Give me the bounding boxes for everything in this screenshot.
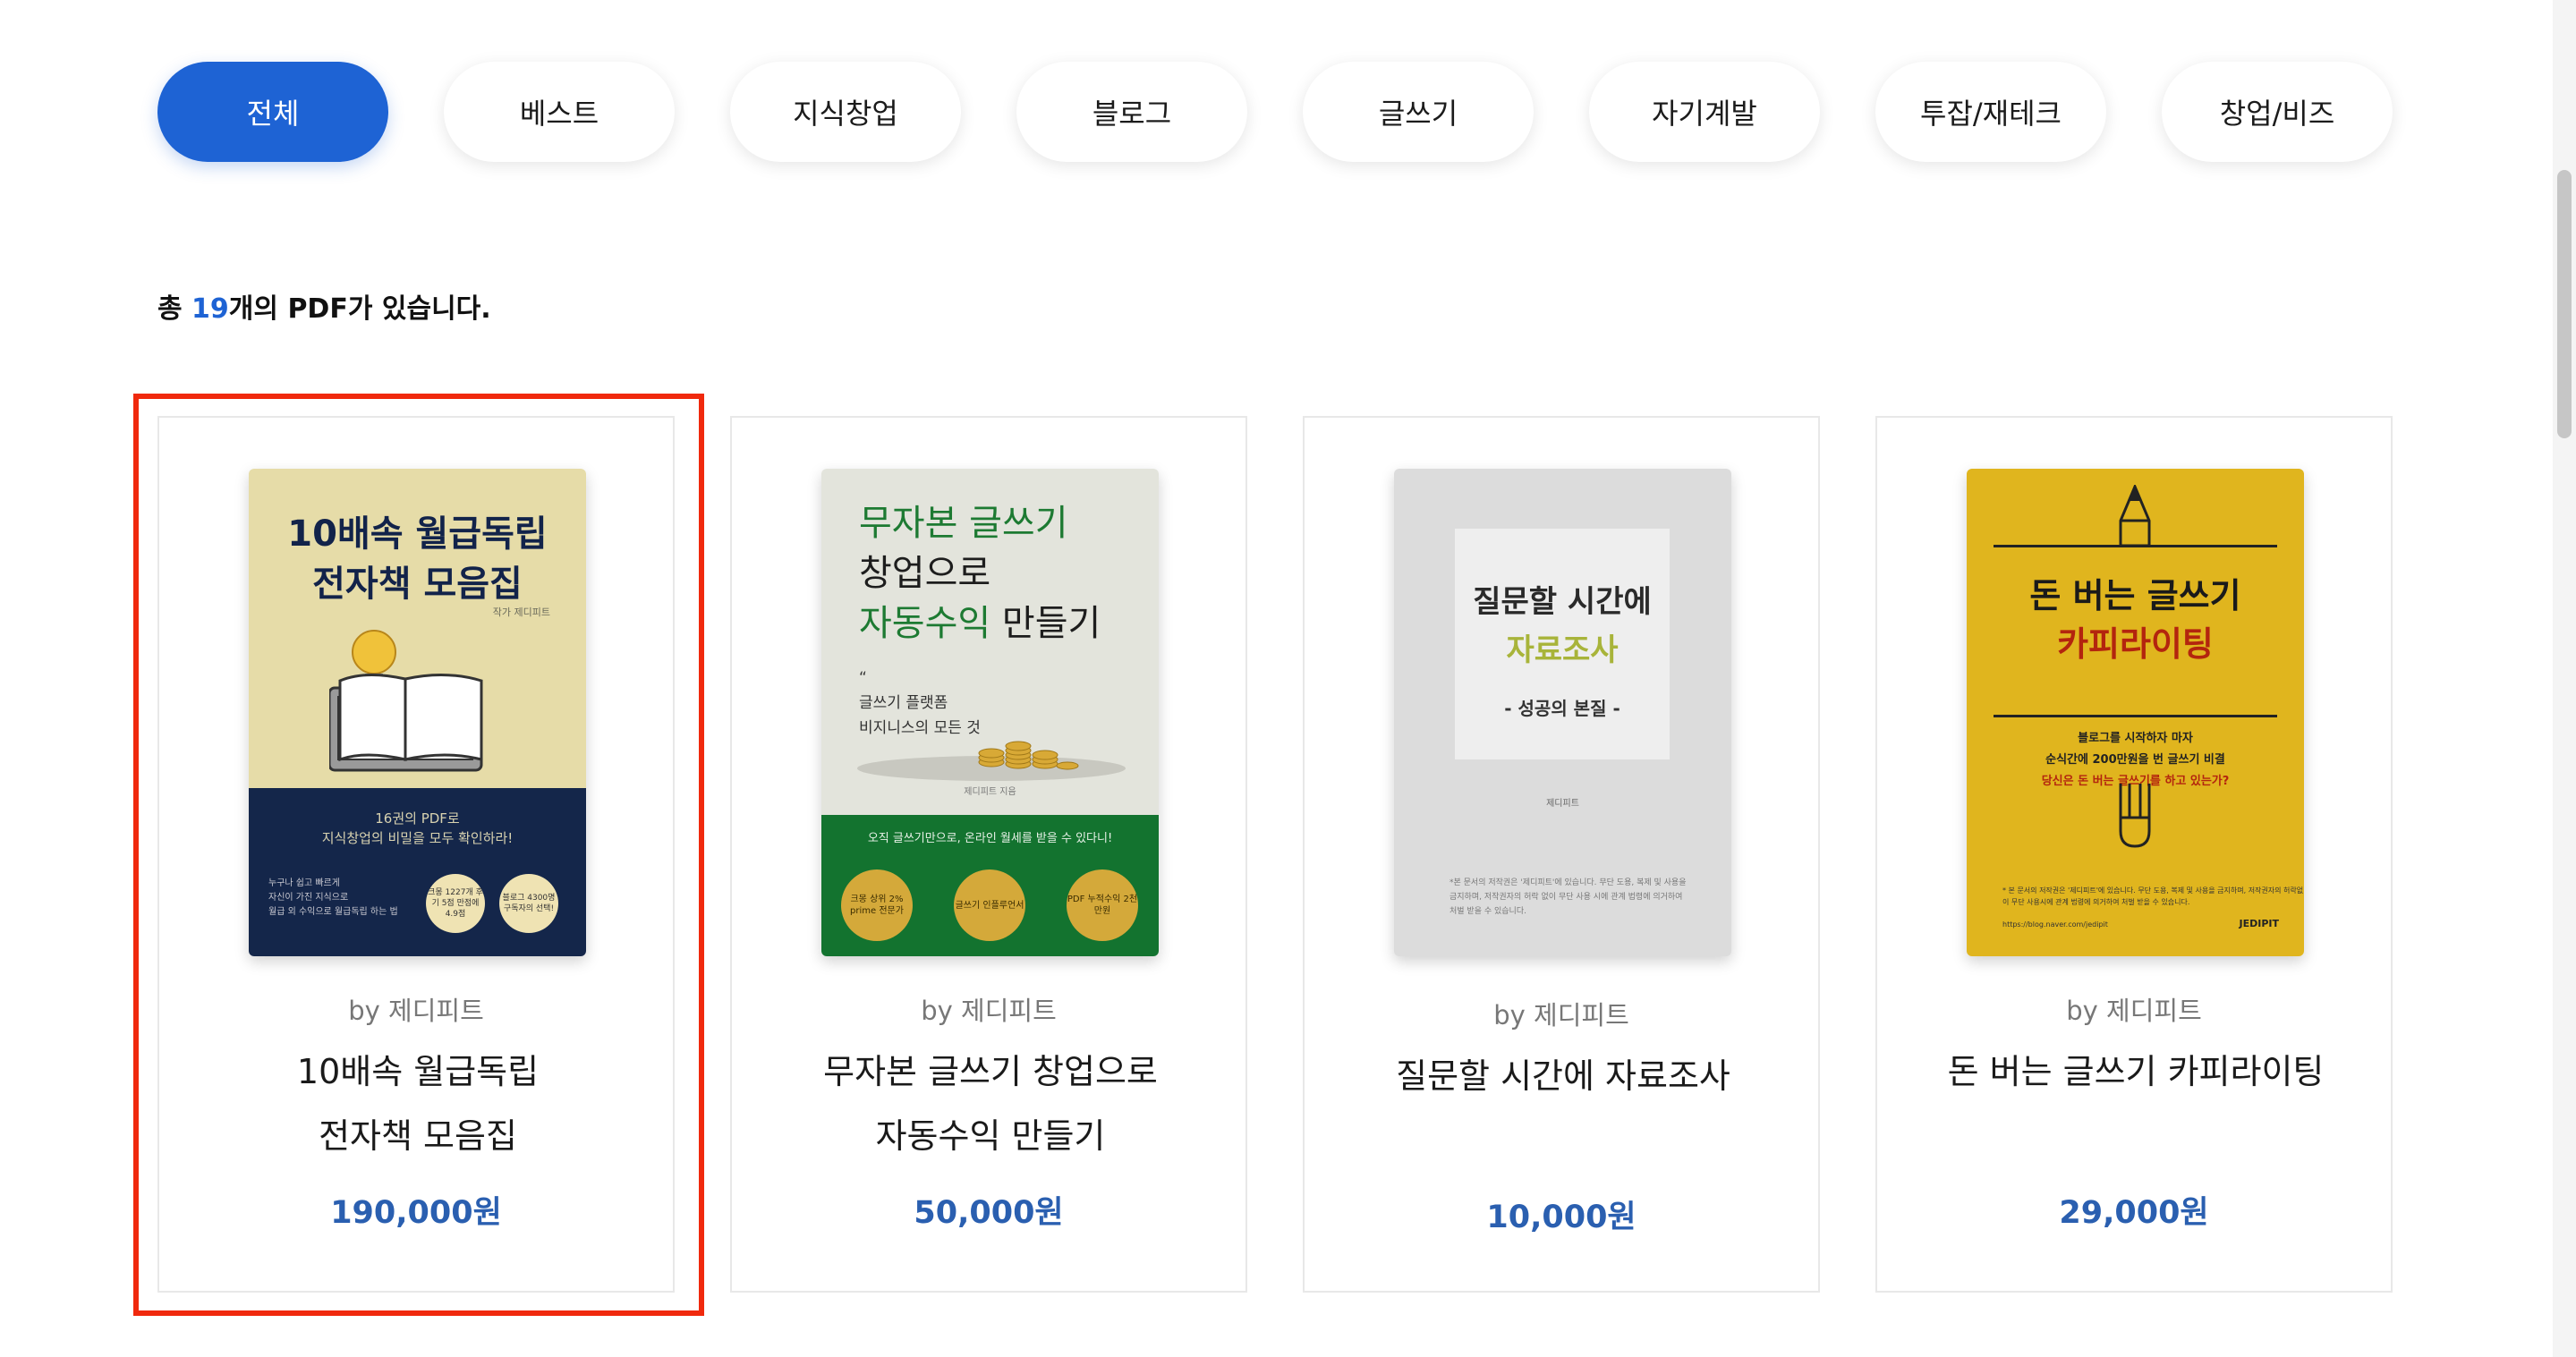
pdf-store-page: 전체 베스트 지식창업 블로그 글쓰기 자기계발 투잡/재테크 창업/비즈 총 … bbox=[0, 0, 2576, 1357]
pencil-end-icon bbox=[2119, 784, 2151, 848]
product-author: by 제디피트 bbox=[348, 996, 484, 1026]
scrollbar-thumb[interactable] bbox=[2557, 170, 2572, 438]
brand-logo: JEDIPIT bbox=[2239, 918, 2280, 929]
product-price: 10,000원 bbox=[1486, 1200, 1637, 1235]
scrollbar[interactable] bbox=[2553, 0, 2576, 1357]
product-author: by 제디피트 bbox=[1493, 1000, 1629, 1030]
tab-writing[interactable]: 글쓰기 bbox=[1303, 62, 1534, 162]
tab-best[interactable]: 베스트 bbox=[444, 62, 675, 162]
product-card[interactable]: 10배속 월급독립 전자책 모음집 작가 제디피트 16권의 PDF로 지식창업의 … bbox=[157, 416, 675, 1293]
lightbulb-book-icon bbox=[329, 630, 483, 772]
product-author: by 제디피트 bbox=[2066, 996, 2202, 1026]
category-tabs: 전체 베스트 지식창업 블로그 글쓰기 자기계발 투잡/재테크 창업/비즈 bbox=[157, 62, 2393, 162]
product-card[interactable]: 무자본 글쓰기 창업으로 자동수익 만들기 “글쓰기 플랫폼 비지니스의 모든 것 제… bbox=[730, 416, 1247, 1293]
coins-icon bbox=[857, 741, 1126, 781]
book-cover[interactable]: 질문할 시간에 자료조사 - 성공의 본질 - 제디피트 *본 문서의 저작권은 … bbox=[1394, 469, 1731, 956]
influencer-badge: 글쓰기 인플루언서 bbox=[954, 869, 1025, 941]
product-price: 29,000원 bbox=[2059, 1195, 2209, 1231]
product-author: by 제디피트 bbox=[921, 996, 1057, 1026]
book-cover[interactable]: 무자본 글쓰기 창업으로 자동수익 만들기 “글쓰기 플랫폼 비지니스의 모든 것 제… bbox=[821, 469, 1159, 956]
result-count-number: 19 bbox=[191, 293, 229, 325]
subscriber-badge: 블로그 4300명 구독자의 선택! bbox=[499, 874, 558, 933]
product-price: 190,000원 bbox=[330, 1195, 502, 1231]
product-title[interactable]: 10배속 월급독립 전자책 모음집 bbox=[186, 1039, 650, 1168]
product-price: 50,000원 bbox=[914, 1195, 1064, 1231]
result-count: 총 19개의 PDF가 있습니다. bbox=[157, 293, 491, 325]
product-title[interactable]: 무자본 글쓰기 창업으로 자동수익 만들기 bbox=[759, 1039, 1222, 1168]
book-cover[interactable]: 10배속 월급독립 전자책 모음집 작가 제디피트 16권의 PDF로 지식창업의 … bbox=[249, 469, 586, 956]
product-card[interactable]: 돈 버는 글쓰기 카피라이팅 블로그를 시작하자 마자 순식간에 200만원을 번 … bbox=[1875, 416, 2393, 1293]
prime-expert-badge: 크몽 상위 2% prime 전문가 bbox=[841, 869, 913, 941]
product-title[interactable]: 돈 버는 글쓰기 카피라이팅 bbox=[1904, 1039, 2368, 1104]
tab-side-job[interactable]: 투잡/재테크 bbox=[1875, 62, 2106, 162]
product-title[interactable]: 질문할 시간에 자료조사 bbox=[1331, 1044, 1795, 1108]
tab-startup-biz[interactable]: 창업/비즈 bbox=[2162, 62, 2393, 162]
tab-all[interactable]: 전체 bbox=[157, 62, 388, 162]
product-card[interactable]: 질문할 시간에 자료조사 - 성공의 본질 - 제디피트 *본 문서의 저작권은 … bbox=[1303, 416, 1820, 1293]
pencil-tip-icon bbox=[2119, 485, 2151, 547]
revenue-badge: PDF 누적수익 2천만원 bbox=[1067, 869, 1138, 941]
tab-knowledge-startup[interactable]: 지식창업 bbox=[730, 62, 961, 162]
tab-self-development[interactable]: 자기계발 bbox=[1589, 62, 1820, 162]
book-cover[interactable]: 돈 버는 글쓰기 카피라이팅 블로그를 시작하자 마자 순식간에 200만원을 번 … bbox=[1967, 469, 2304, 956]
review-badge: 크몽 1227개 후기 5점 만점에 4.9점 bbox=[426, 874, 485, 933]
tab-blog[interactable]: 블로그 bbox=[1016, 62, 1247, 162]
